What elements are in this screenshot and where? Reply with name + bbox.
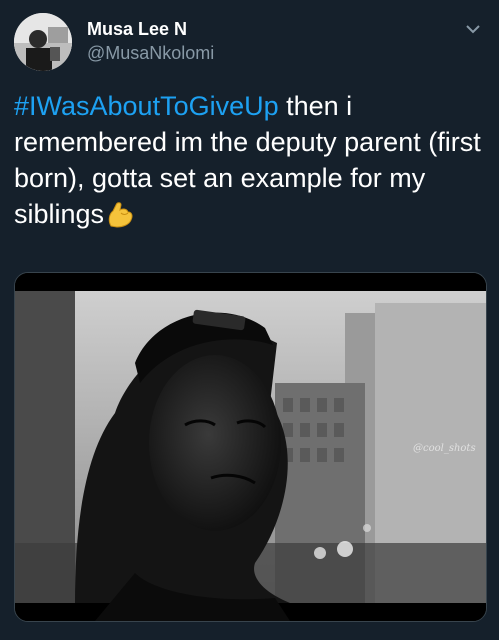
flexed-biceps-icon [105, 199, 135, 229]
avatar[interactable] [14, 13, 72, 71]
photo-watermark: @cool_shots [413, 443, 476, 454]
tweet-text: #IWasAboutToGiveUp then i remembered im … [14, 88, 484, 232]
user-handle[interactable]: @MusaNkolomi [87, 42, 214, 64]
chevron-down-icon[interactable] [465, 22, 481, 34]
hashtag-link[interactable]: #IWasAboutToGiveUp [14, 91, 279, 121]
display-name[interactable]: Musa Lee N [87, 18, 187, 40]
tweet-card: Musa Lee N @MusaNkolomi #IWasAboutToGive… [0, 0, 499, 640]
tweet-photo[interactable]: @cool_shots [14, 272, 487, 622]
